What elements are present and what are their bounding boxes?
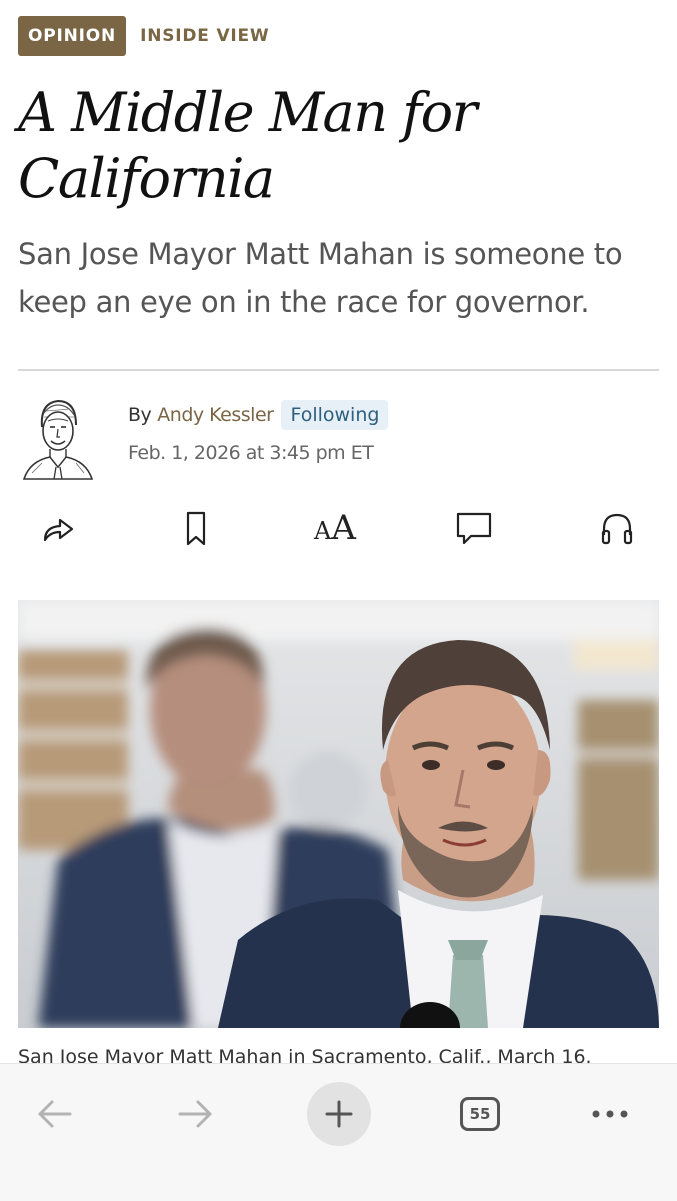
article-dek: San Jose Mayor Matt Mahan is someone to … (18, 237, 623, 319)
section-label[interactable]: INSIDE VIEW (140, 26, 269, 46)
comments-button[interactable] (451, 505, 497, 551)
browser-toolbar: 55 (0, 1063, 677, 1201)
bookmark-icon (186, 511, 206, 546)
byline: By Andy Kessler Following (128, 398, 389, 432)
author-name-link[interactable]: Andy Kessler (157, 404, 274, 426)
byline-prefix: By (128, 404, 152, 426)
tabs-icon: 55 (460, 1097, 500, 1131)
section-tags: OPINION INSIDE VIEW (18, 16, 270, 56)
hero-photo[interactable] (18, 600, 659, 1028)
text-size-button[interactable]: AA (312, 505, 358, 551)
header-divider (18, 369, 659, 371)
tabs-button[interactable]: 55 (448, 1082, 512, 1146)
article-action-bar: AA (0, 505, 677, 551)
save-button[interactable] (173, 505, 219, 551)
publish-date: Feb. 1, 2026 at 3:45 pm ET (128, 442, 374, 464)
share-button[interactable] (35, 505, 81, 551)
text-size-icon: AA (314, 508, 356, 548)
forward-arrow-icon (178, 1100, 212, 1128)
follow-button[interactable]: Following (281, 400, 389, 430)
headphones-icon (601, 513, 633, 545)
forward-button[interactable] (164, 1082, 228, 1146)
author-avatar[interactable] (20, 393, 96, 481)
share-icon (43, 518, 74, 542)
comment-icon (456, 512, 492, 545)
plus-icon (325, 1100, 353, 1128)
back-button[interactable] (22, 1082, 86, 1146)
article-headline: A Middle Man for California (18, 81, 478, 210)
more-button[interactable] (578, 1082, 642, 1146)
new-tab-button[interactable] (307, 1082, 371, 1146)
back-arrow-icon (38, 1100, 72, 1128)
opinion-tag[interactable]: OPINION (18, 16, 127, 56)
listen-button[interactable] (594, 505, 640, 551)
more-icon (592, 1110, 628, 1118)
